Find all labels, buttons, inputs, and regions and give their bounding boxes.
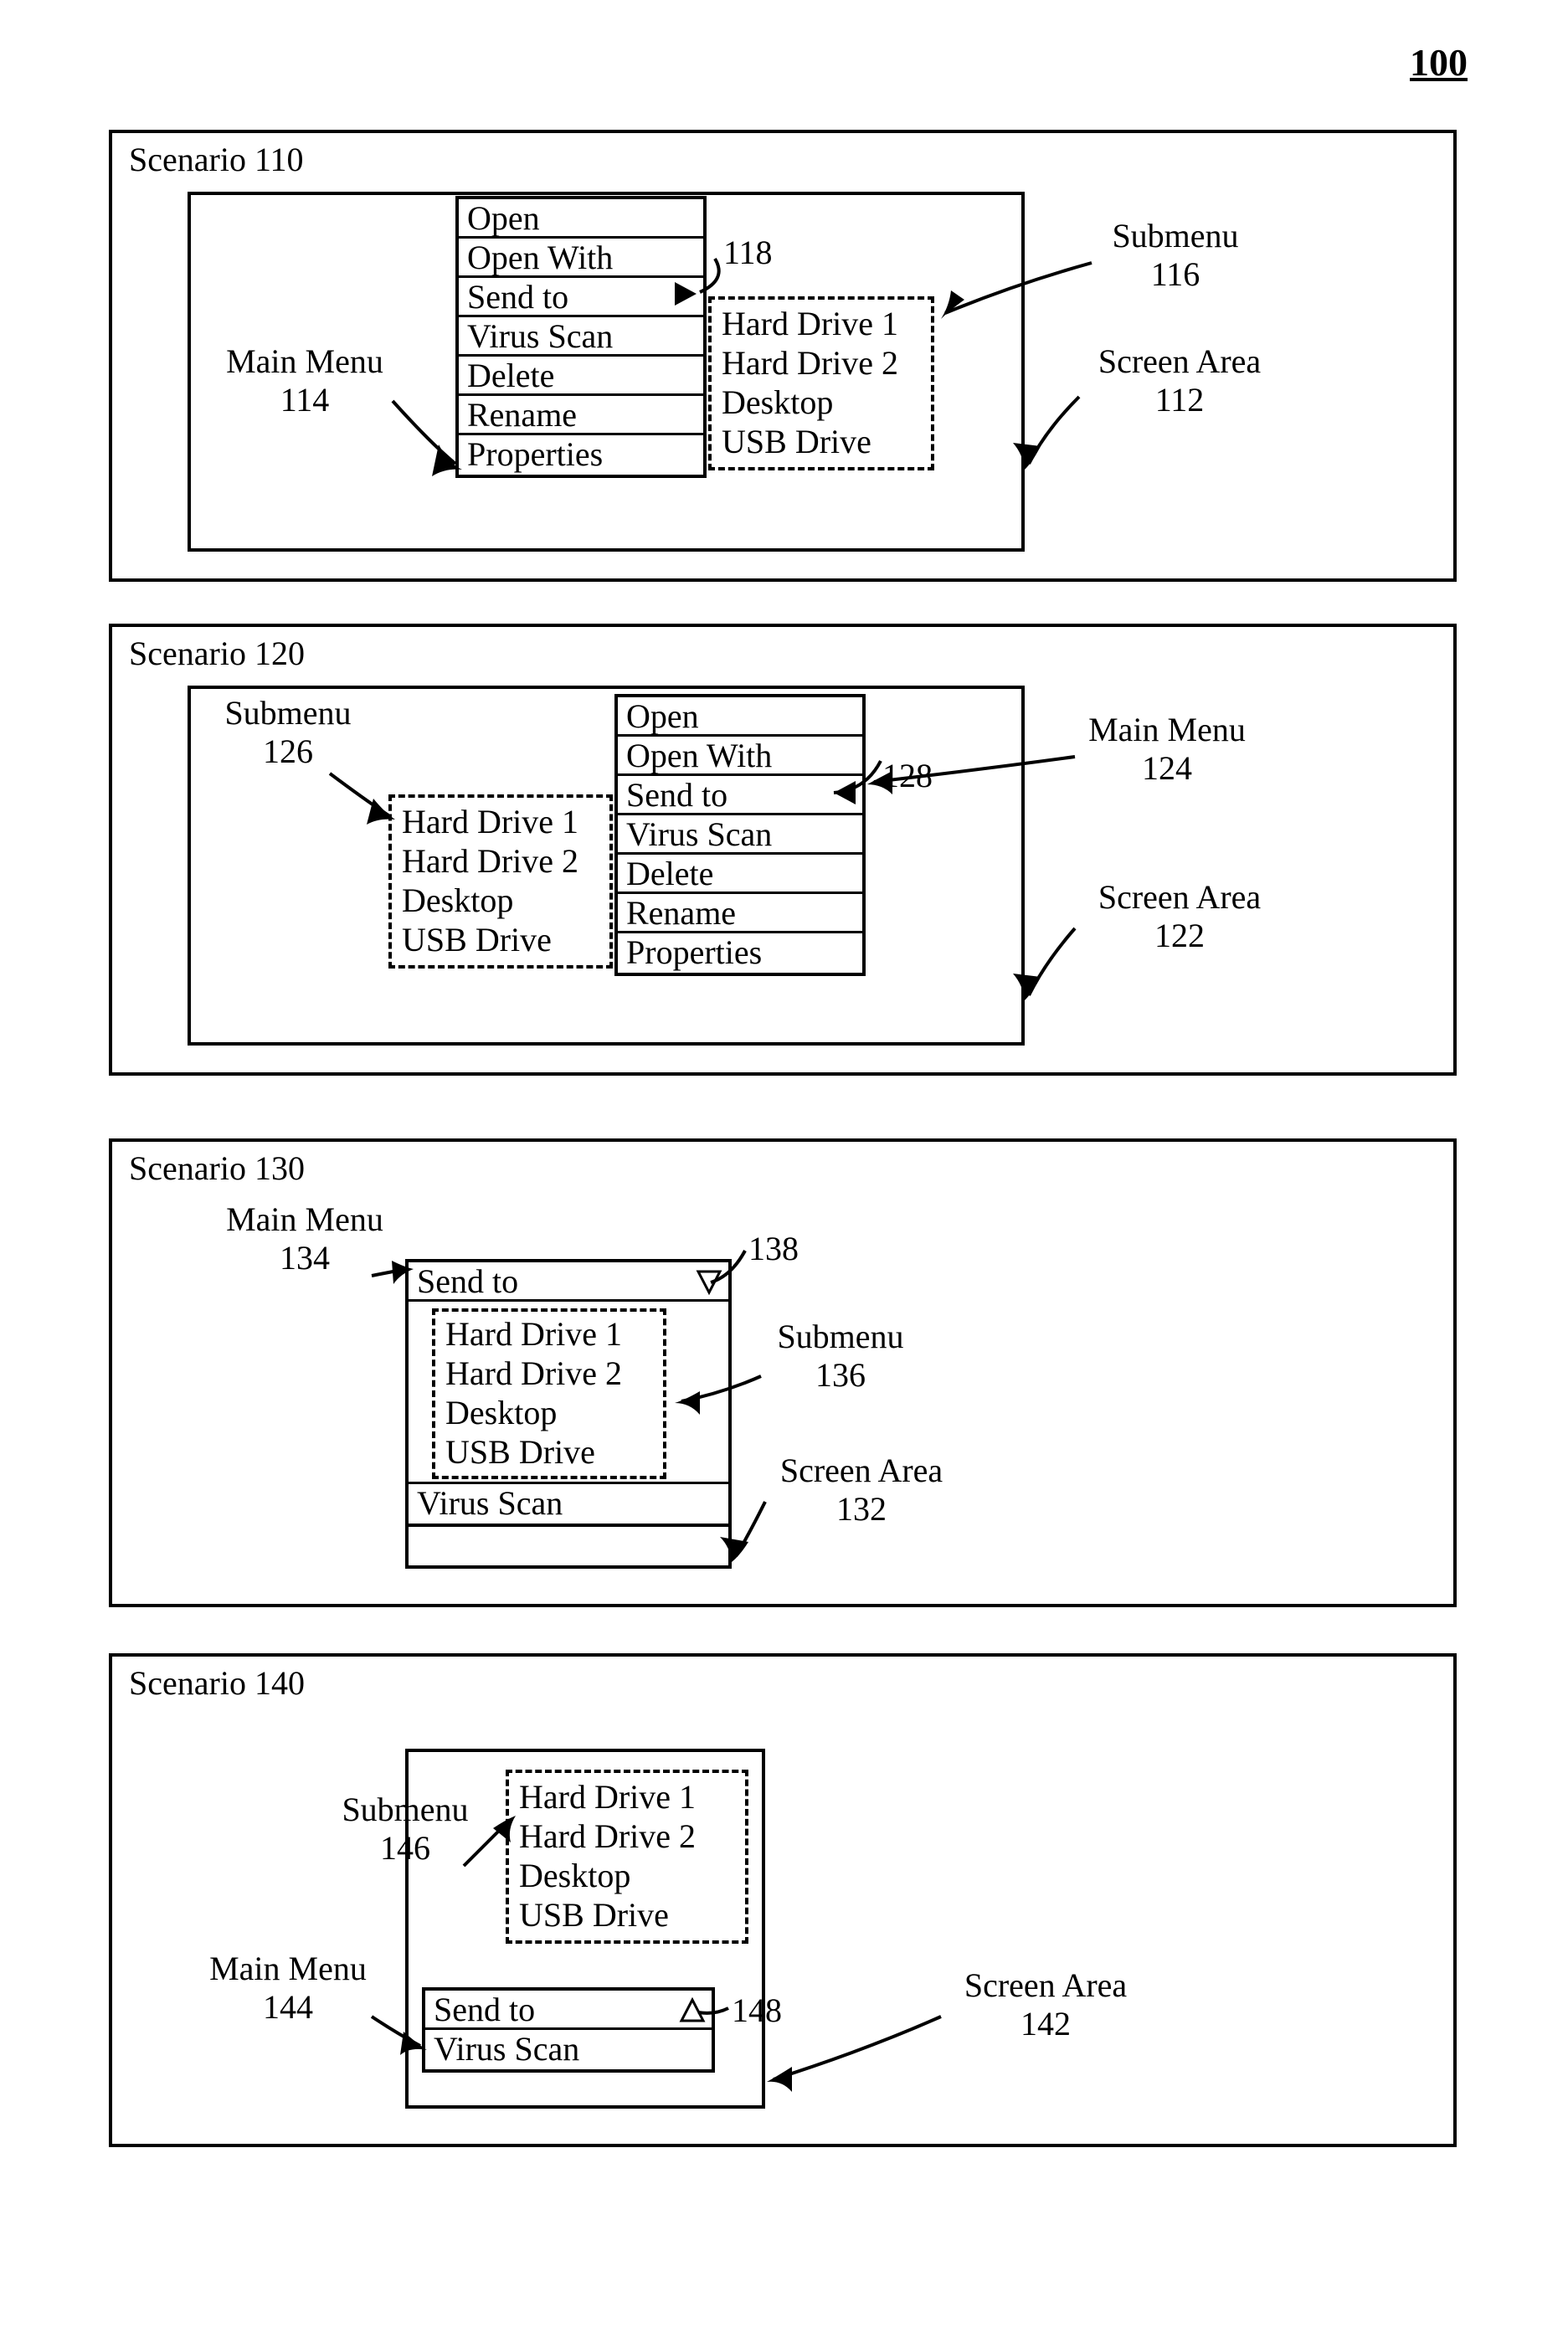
label-main-menu-124: Main Menu 124: [1075, 711, 1259, 788]
submenu-item-hd1[interactable]: Hard Drive 1: [713, 305, 929, 344]
menu-item-delete[interactable]: Delete: [459, 357, 703, 396]
scenario-130-title: Scenario 130: [129, 1148, 305, 1188]
scenario-140: Scenario 140 Hard Drive 1 Hard Drive 2 D…: [109, 1653, 1457, 2147]
scenario-130: Scenario 130 Send to Hard Drive 1 Hard D…: [109, 1138, 1457, 1607]
scenario-140-title: Scenario 140: [129, 1663, 305, 1703]
label-screen-area-132: Screen Area 132: [757, 1452, 966, 1529]
submenu-item-desktop[interactable]: Desktop: [511, 1857, 743, 1896]
label-118: 118: [723, 234, 773, 272]
scenario-110: Scenario 110 Open Open With Send to Viru…: [109, 130, 1457, 582]
menu-item-send-to[interactable]: Send to: [459, 278, 703, 317]
label-148: 148: [732, 1991, 782, 2030]
label-138: 138: [748, 1230, 799, 1268]
submenu-item-hd2[interactable]: Hard Drive 2: [393, 842, 608, 881]
figure-number: 100: [1410, 40, 1468, 85]
menu-item-send-to[interactable]: Send to: [425, 1991, 712, 2030]
submenu-item-desktop[interactable]: Desktop: [713, 383, 929, 423]
submenu-item-usb[interactable]: USB Drive: [437, 1433, 661, 1472]
menu-item-open-with[interactable]: Open With: [459, 239, 703, 278]
main-menu-134[interactable]: Send to Hard Drive 1 Hard Drive 2 Deskto…: [405, 1259, 732, 1527]
submenu-item-hd1[interactable]: Hard Drive 1: [393, 803, 608, 842]
menu-item-open[interactable]: Open: [618, 697, 862, 737]
submenu-item-usb[interactable]: USB Drive: [393, 921, 608, 960]
menu-item-virus-scan[interactable]: Virus Scan: [425, 2030, 712, 2069]
scenario-110-title: Scenario 110: [129, 140, 303, 179]
submenu-item-hd2[interactable]: Hard Drive 2: [713, 344, 929, 383]
label-screen-area-112: Screen Area 112: [1075, 342, 1284, 419]
submenu-item-hd2[interactable]: Hard Drive 2: [511, 1817, 743, 1857]
menu-item-virus-scan[interactable]: Virus Scan: [409, 1484, 728, 1524]
menu-item-virus-scan[interactable]: Virus Scan: [459, 317, 703, 357]
menu-item-rename[interactable]: Rename: [618, 894, 862, 933]
scenario-120-title: Scenario 120: [129, 634, 305, 673]
label-submenu-136: Submenu 136: [757, 1318, 924, 1395]
submenu-126[interactable]: Hard Drive 1 Hard Drive 2 Desktop USB Dr…: [388, 794, 613, 969]
submenu-item-hd1[interactable]: Hard Drive 1: [437, 1315, 661, 1354]
menu-item-open-with[interactable]: Open With: [618, 737, 862, 776]
menu-item-virus-scan[interactable]: Virus Scan: [618, 815, 862, 855]
label-main-menu-144: Main Menu 144: [196, 1950, 380, 2027]
label-screen-area-142: Screen Area 142: [941, 1966, 1150, 2043]
menu-item-open[interactable]: Open: [459, 199, 703, 239]
menu-item-properties[interactable]: Properties: [459, 435, 703, 475]
label-main-menu-114: Main Menu 114: [213, 342, 397, 419]
menu-item-properties[interactable]: Properties: [618, 933, 862, 973]
menu-item-delete[interactable]: Delete: [618, 855, 862, 894]
submenu-item-desktop[interactable]: Desktop: [393, 881, 608, 921]
main-menu-144[interactable]: Send to Virus Scan: [422, 1987, 715, 2073]
submenu-item-usb[interactable]: USB Drive: [713, 423, 929, 462]
submenu-item-usb[interactable]: USB Drive: [511, 1896, 743, 1935]
label-main-menu-134: Main Menu 134: [213, 1200, 397, 1277]
submenu-116[interactable]: Hard Drive 1 Hard Drive 2 Desktop USB Dr…: [708, 296, 934, 470]
menu-item-send-to[interactable]: Send to: [618, 776, 862, 815]
label-128: 128: [882, 757, 933, 795]
scenario-120: Scenario 120 Open Open With Send to Viru…: [109, 624, 1457, 1076]
main-menu-114[interactable]: Open Open With Send to Virus Scan Delete…: [455, 196, 707, 478]
submenu-item-desktop[interactable]: Desktop: [437, 1394, 661, 1433]
submenu-146[interactable]: Hard Drive 1 Hard Drive 2 Desktop USB Dr…: [506, 1770, 748, 1944]
menu-item-send-to[interactable]: Send to: [409, 1262, 728, 1302]
main-menu-124[interactable]: Open Open With Send to Virus Scan Delete…: [614, 694, 866, 976]
label-submenu-126: Submenu 126: [204, 694, 372, 771]
submenu-item-hd2[interactable]: Hard Drive 2: [437, 1354, 661, 1394]
menu-item-rename[interactable]: Rename: [459, 396, 703, 435]
submenu-item-hd1[interactable]: Hard Drive 1: [511, 1778, 743, 1817]
submenu-136[interactable]: Hard Drive 1 Hard Drive 2 Desktop USB Dr…: [432, 1308, 666, 1479]
label-submenu-116: Submenu 116: [1092, 217, 1259, 294]
label-screen-area-122: Screen Area 122: [1075, 878, 1284, 955]
label-submenu-146: Submenu 146: [321, 1791, 489, 1868]
